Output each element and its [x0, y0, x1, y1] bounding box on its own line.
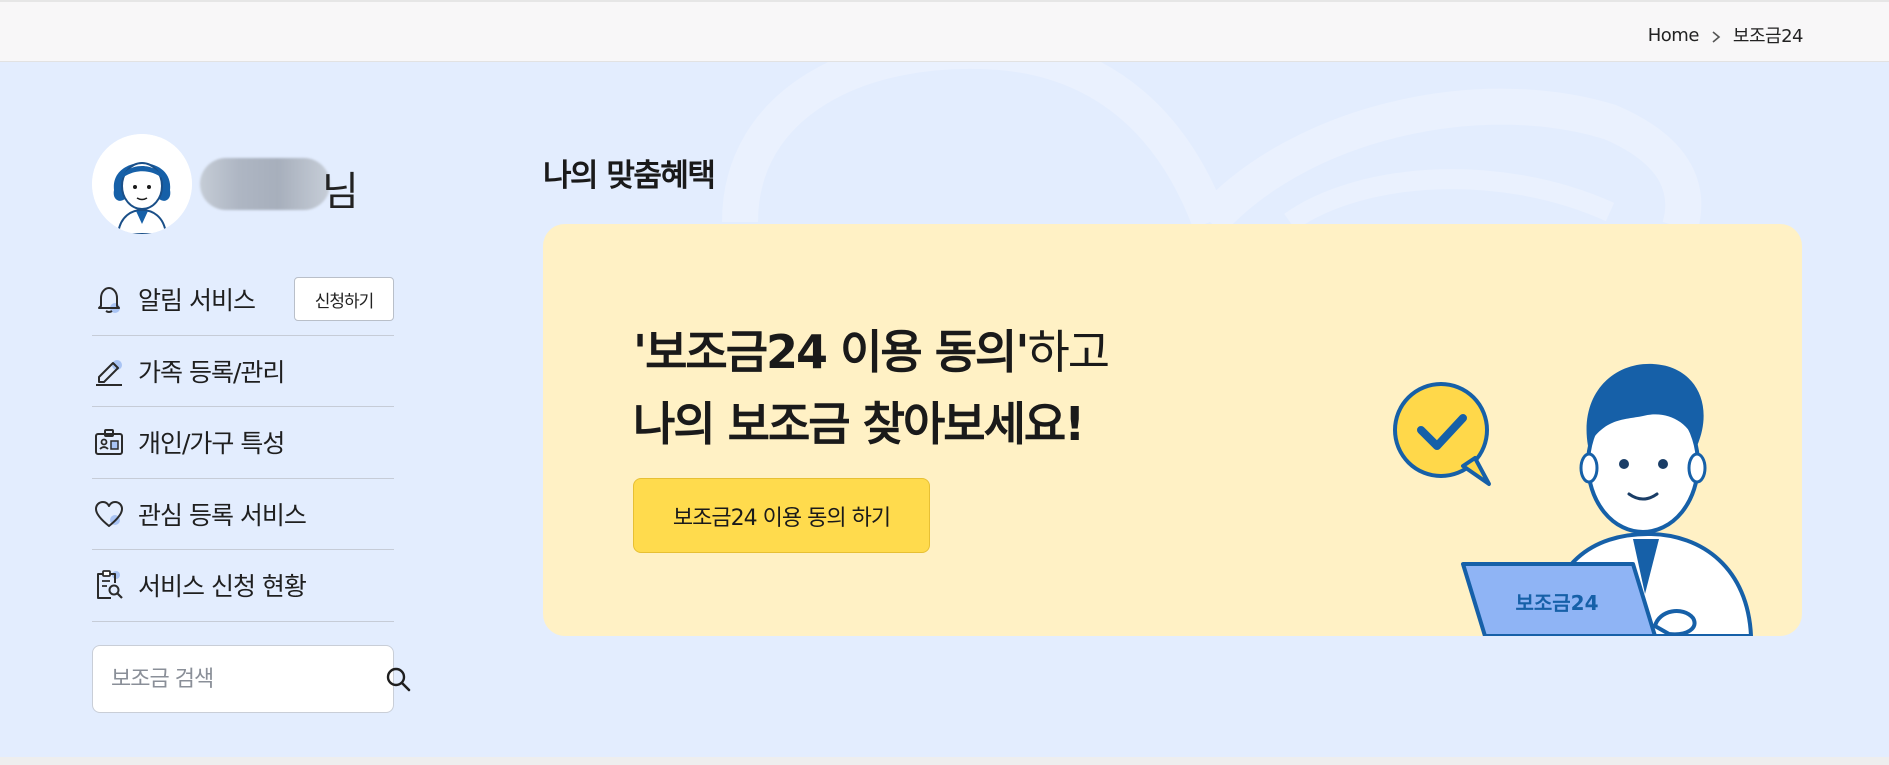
main-area: 님 알림 서비스 신청하기 가족 등록/관리 개인/가구 특성 관심 등록 서비…	[0, 62, 1889, 757]
sidebar-item-interest-registration[interactable]: 관심 등록 서비스	[92, 479, 394, 550]
top-bar: Home 보조금24	[0, 0, 1889, 62]
man-with-laptop-illustration: 보조금24	[1393, 363, 1754, 636]
sidebar-item-application-status[interactable]: 서비스 신청 현황	[92, 550, 394, 622]
chevron-right-icon	[1709, 28, 1723, 43]
id-card-icon	[92, 425, 126, 459]
headline-rest: 하고	[1027, 325, 1110, 379]
pencil-icon	[92, 354, 126, 388]
bell-icon	[92, 282, 126, 316]
headline-strong: '보조금24 이용 동의'	[633, 325, 1029, 379]
breadcrumb: Home 보조금24	[1648, 22, 1804, 48]
user-avatar-icon	[92, 134, 192, 234]
footer-strip	[0, 757, 1889, 765]
sidebar-item-label: 알림 서비스	[138, 286, 256, 316]
sidebar-item-family-management[interactable]: 가족 등록/관리	[92, 336, 394, 407]
sidebar-item-label: 서비스 신청 현황	[138, 572, 307, 602]
banner-headline: '보조금24 이용 동의'하고 나의 보조금 찾아보세요!	[633, 316, 1110, 460]
name-suffix: 님	[322, 169, 359, 215]
sidebar-item-personal-traits[interactable]: 개인/가구 특성	[92, 407, 394, 479]
search-icon[interactable]	[385, 664, 411, 694]
subsidy-search-input[interactable]	[111, 666, 385, 692]
consent-banner: '보조금24 이용 동의'하고 나의 보조금 찾아보세요! 보조금24 이용 동…	[543, 224, 1802, 636]
sidebar-item-label: 가족 등록/관리	[138, 357, 285, 387]
sidebar-item-alarm-service[interactable]: 알림 서비스 신청하기	[92, 264, 394, 336]
clipboard-search-icon	[92, 568, 126, 602]
heart-icon	[92, 497, 126, 531]
breadcrumb-current: 보조금24	[1732, 26, 1804, 47]
headline-line-1: '보조금24 이용 동의'하고	[633, 316, 1110, 388]
sidebar-item-label: 관심 등록 서비스	[138, 500, 307, 530]
apply-button[interactable]: 신청하기	[294, 277, 394, 322]
breadcrumb-home-link[interactable]: Home	[1648, 25, 1700, 46]
avatar	[92, 134, 192, 234]
sidebar-item-label: 개인/가구 특성	[138, 429, 285, 459]
headline-line-2: 나의 보조금 찾아보세요!	[633, 397, 1085, 451]
page-title: 나의 맞춤혜택	[543, 158, 716, 194]
search-box	[92, 645, 411, 713]
user-name-redacted	[200, 158, 330, 210]
sidebar-menu: 알림 서비스 신청하기 가족 등록/관리 개인/가구 특성 관심 등록 서비스 …	[92, 264, 394, 622]
profile: 님	[92, 134, 359, 234]
consent-cta-button[interactable]: 보조금24 이용 동의 하기	[633, 478, 930, 553]
laptop-label: 보조금24	[1515, 591, 1598, 615]
